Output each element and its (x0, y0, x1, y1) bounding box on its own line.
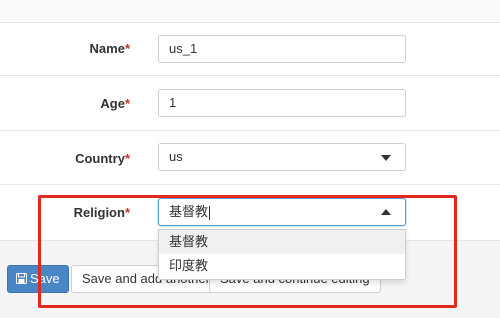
religion-dropdown-menu: 基督教 印度教 (158, 229, 406, 280)
required-mark: * (124, 96, 130, 111)
dropdown-option[interactable]: 印度教 (159, 254, 405, 278)
country-select-value: us (169, 149, 183, 164)
save-button[interactable]: Save (7, 265, 69, 293)
age-label: Age* (100, 96, 130, 111)
name-label: Name* (89, 41, 130, 56)
country-label: Country* (75, 151, 130, 166)
form-row-age: Age* 1 (0, 76, 500, 131)
religion-select[interactable]: 基督教 (158, 198, 406, 226)
form-row-country: Country* us (0, 131, 500, 185)
dropdown-option[interactable]: 基督教 (159, 230, 405, 254)
religion-label: Religion* (73, 205, 130, 220)
chevron-up-icon (381, 209, 391, 215)
text-cursor (209, 205, 211, 220)
chevron-down-icon (381, 155, 391, 161)
religion-select-value: 基督教 (169, 204, 209, 219)
age-input[interactable]: 1 (158, 89, 406, 117)
required-mark: * (124, 151, 130, 166)
country-select[interactable]: us (158, 143, 406, 171)
name-input[interactable]: us_1 (158, 35, 406, 63)
form-row-name: Name* us_1 (0, 23, 500, 76)
required-mark: * (124, 41, 130, 56)
top-strip (0, 0, 500, 23)
required-mark: * (124, 205, 130, 220)
floppy-disk-icon (16, 267, 27, 293)
